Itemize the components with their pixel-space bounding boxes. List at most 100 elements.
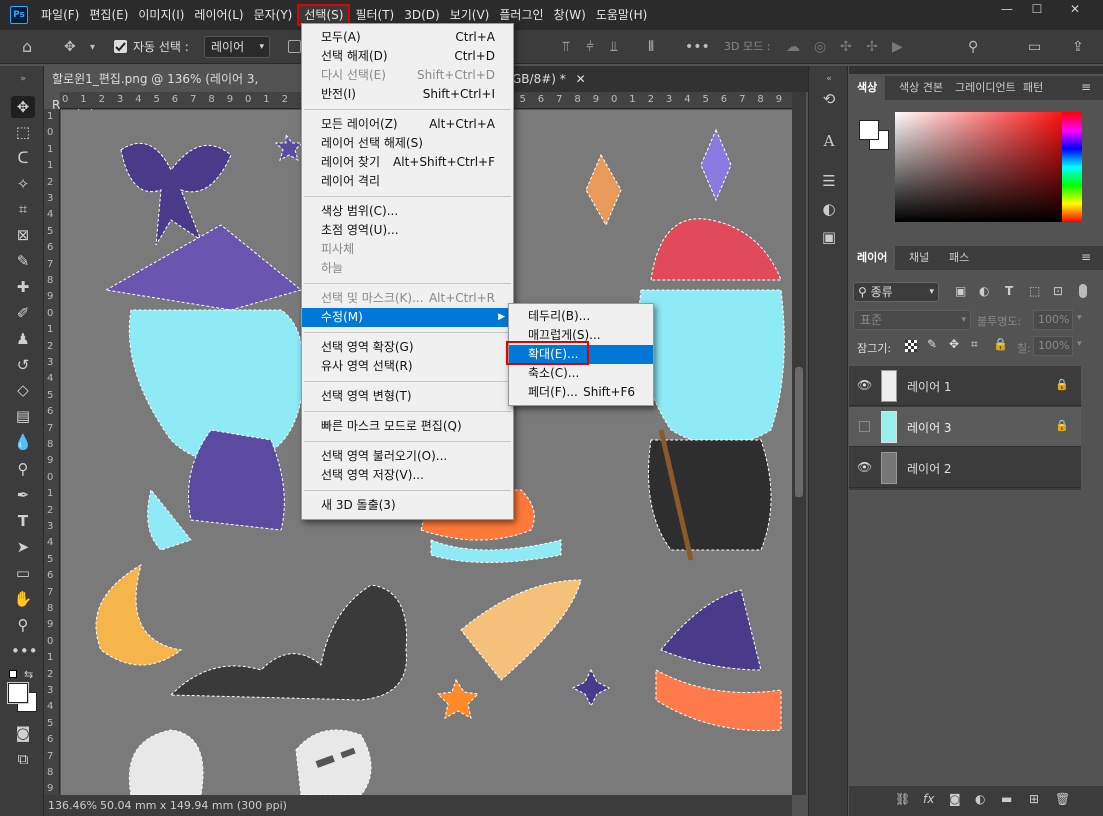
filter-adjustment-icon[interactable]: ◐ [979,284,989,298]
new-layer-icon[interactable]: ⊞ [1029,792,1039,806]
filter-toggle[interactable] [1079,284,1087,298]
dodge-tool-icon[interactable]: ⚲ [11,458,35,480]
foreground-color-swatch[interactable] [8,683,28,703]
libraries-panel-icon[interactable]: ▣ [818,226,840,248]
minimize-icon[interactable]: — [992,2,1022,20]
menu-type[interactable]: 문자(Y) [249,4,298,26]
lasso-tool-icon[interactable]: ᑕ [11,147,35,169]
layer-filter-dropdown[interactable]: ⚲ 종류 ▾ [853,282,939,302]
foreground-color-swatch[interactable] [859,120,879,140]
lock-position-icon[interactable]: ✥ [949,337,959,351]
default-colors-icon[interactable] [9,670,17,678]
layer-row-3[interactable]: 레이어 3 🔒 [849,407,1081,447]
edit-toolbar-icon[interactable]: ••• [11,640,38,662]
marquee-tool-icon[interactable]: ⬚ [11,121,35,143]
select-menu-item[interactable]: 선택 영역 불러오기(O)... [302,447,513,466]
history-panel-icon[interactable]: ⟲ [818,88,840,110]
history-brush-tool-icon[interactable]: ↺ [11,354,35,376]
collapse-icon[interactable]: » [11,68,35,90]
share-icon[interactable]: ⇪ [1072,39,1084,55]
zoom-level[interactable]: 136.46% [48,795,97,816]
home-icon[interactable]: ⌂ [22,37,32,56]
fx-icon[interactable]: fx [923,792,934,806]
layer-name[interactable]: 레이어 2 [907,460,952,477]
distribute-icon[interactable]: ⦀ [648,39,654,55]
layer-name[interactable]: 레이어 3 [907,419,952,436]
swap-colors-icon[interactable]: ⇆ [24,668,33,681]
close-icon[interactable]: ✕ [1060,2,1090,20]
zoom-tool-icon[interactable]: ⚲ [11,614,35,636]
select-menu-item[interactable]: 선택 영역 변형(T) [302,387,513,406]
gradient-tool-icon[interactable]: ▤ [11,405,35,427]
add-mask-icon[interactable]: ◙ [949,792,961,806]
tab-swatches[interactable]: 색상 견본 [891,76,951,100]
select-menu-item[interactable]: 색상 범위(C)... [302,202,513,221]
layer-name[interactable]: 레이어 1 [907,378,952,395]
lock-artboard-icon[interactable]: ⌗ [971,337,978,352]
workspace-icon[interactable]: ▭ [1028,39,1041,55]
tab-patterns[interactable]: 패턴 [1015,76,1051,100]
blur-tool-icon[interactable]: 💧 [11,431,35,453]
close-tab-icon[interactable]: ✕ [576,72,586,86]
tab-color[interactable]: 색상 [849,76,886,100]
status-arrow-icon[interactable]: › [266,795,270,816]
visibility-toggle[interactable] [859,421,870,432]
select-menu-item[interactable]: 새 3D 돌출(3) [302,496,513,515]
eye-icon[interactable]: 👁 [857,378,872,392]
3d-orbit-icon[interactable]: ☁ [786,39,800,55]
filter-pixel-icon[interactable]: ▣ [955,284,966,298]
document-tab-2[interactable]: GB/8#) * ✕ [504,66,594,92]
fill-field[interactable]: 100% [1033,336,1073,356]
filter-shape-icon[interactable]: ⬚ [1029,284,1040,298]
3d-slide-icon[interactable]: ✢ [866,39,878,55]
type-tool-icon[interactable]: T [11,510,35,532]
select-menu-item[interactable]: 수정(M) ▶ [302,308,513,327]
select-menu-item[interactable]: 레이어 찾기 Alt+Shift+Ctrl+F [302,153,513,172]
move-tool-icon[interactable]: ✥ [64,39,76,55]
panel-menu-icon[interactable]: ≡ [1081,250,1091,264]
user-search-icon[interactable]: ⚲ [968,39,978,55]
select-menu-item[interactable]: 반전(I) Shift+Ctrl+I [302,85,513,104]
align-vcenter-icon[interactable]: ⫩ [586,39,594,55]
tab-gradients[interactable]: 그레이디언트 [947,76,1024,100]
pen-tool-icon[interactable]: ✒ [11,484,35,506]
chevron-down-icon[interactable]: ▾ [90,42,95,53]
screen-mode-icon[interactable]: ⧉ [11,748,35,770]
trash-icon[interactable]: 🗑 [1055,792,1070,806]
menu-layer[interactable]: 레이어(L) [189,4,248,26]
adjustment-layer-icon[interactable]: ◐ [975,792,985,806]
blend-mode-dropdown[interactable]: 표준 ▾ [853,310,971,330]
3d-camera-icon[interactable]: ▶ [892,39,903,55]
select-menu-item[interactable]: 선택 해제(D) Ctrl+D [302,47,513,66]
chevron-down-icon[interactable]: ▾ [1077,339,1082,349]
rectangle-tool-icon[interactable]: ▭ [11,562,35,584]
opacity-field[interactable]: 100% [1033,310,1073,330]
auto-select-checkbox[interactable] [114,40,127,53]
healing-brush-tool-icon[interactable]: ✚ [11,276,35,298]
brush-tool-icon[interactable]: ✐ [11,302,35,324]
select-menu-item[interactable]: 선택 영역 저장(V)... [302,466,513,485]
select-menu-item[interactable]: 모든 레이어(Z) Alt+Ctrl+A [302,115,513,134]
hand-tool-icon[interactable]: ✋ [11,588,35,610]
filter-type-icon[interactable]: T [1005,284,1013,298]
lock-transparent-icon[interactable] [905,340,917,352]
chevron-down-icon[interactable]: ▾ [1077,313,1082,323]
layer-row-2[interactable]: 👁 레이어 2 [849,448,1081,488]
select-menu-item[interactable]: 레이어 격리 [302,172,513,191]
select-menu-item[interactable]: 선택 영역 확장(G) [302,338,513,357]
menu-file[interactable]: 파일(F) [36,4,84,26]
select-menu-item[interactable]: 유사 영역 선택(R) [302,357,513,376]
menu-image[interactable]: 이미지(I) [133,4,189,26]
stamp-tool-icon[interactable]: ♟ [11,328,35,350]
3d-roll-icon[interactable]: ◎ [814,39,826,55]
adjustments-panel-icon[interactable]: ☰ [818,170,840,192]
eyedropper-tool-icon[interactable]: ✎ [11,250,35,272]
vertical-scrollbar[interactable] [792,92,806,795]
frame-tool-icon[interactable]: ⊠ [11,224,35,246]
more-options-icon[interactable]: ••• [685,39,710,55]
eye-icon[interactable]: 👁 [857,460,872,474]
modify-menu-item[interactable]: 축소(C)... [509,364,653,383]
lock-paint-icon[interactable]: ✎ [927,337,937,351]
crop-tool-icon[interactable]: ⌗ [11,198,35,220]
select-menu-item[interactable]: 빠른 마스크 모드로 편집(Q) [302,417,513,436]
